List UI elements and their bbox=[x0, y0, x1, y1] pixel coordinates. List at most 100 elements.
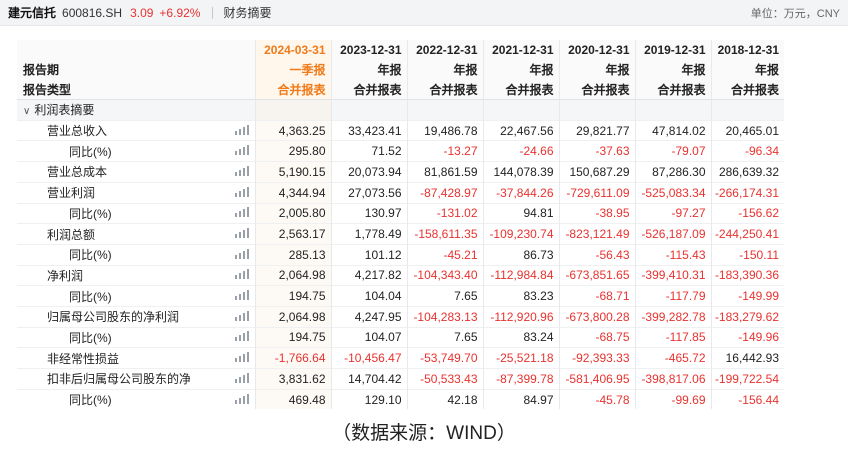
value-cell: -68.75 bbox=[558, 326, 635, 348]
bar-chart-icon[interactable] bbox=[190, 140, 255, 162]
value-cell: 87,286.30 bbox=[634, 161, 711, 183]
value-cell: -37.63 bbox=[558, 140, 635, 162]
value-cell: -156.62 bbox=[710, 202, 784, 224]
value-cell: -37,844.26 bbox=[482, 181, 559, 203]
bar-chart-icon-glyph bbox=[234, 310, 249, 321]
table-row: 归属母公司股东的净利润 2,064.98 4,247.95 -104,283.13 -1… bbox=[17, 305, 784, 328]
value-cell: -581,406.95 bbox=[558, 368, 635, 390]
bar-chart-icon-glyph bbox=[234, 269, 249, 280]
row-label: 同比(%) bbox=[17, 388, 190, 410]
value-cell: -109,230.74 bbox=[482, 223, 559, 245]
section-cell bbox=[406, 99, 483, 121]
header-cell[interactable]: 2021-12-31 bbox=[482, 40, 559, 60]
table-row: 营业总收入 4,363.25 33,423.41 19,486.78 22,467.56… bbox=[17, 119, 784, 141]
value-cell: -68.71 bbox=[558, 285, 635, 307]
value-cell: -13.27 bbox=[406, 140, 483, 162]
header-cell[interactable]: 2023-12-31 bbox=[330, 40, 407, 60]
table-row: 同比(%) 469.48 129.10 42.18 84.97 -45.78 -99.69-… bbox=[17, 388, 784, 410]
bar-chart-icon[interactable] bbox=[190, 243, 255, 266]
section-cell bbox=[558, 99, 635, 121]
header-cell: 年报 bbox=[330, 59, 407, 80]
bar-chart-icon-glyph bbox=[234, 248, 249, 259]
bar-chart-icon[interactable] bbox=[190, 368, 255, 390]
row-label: 扣非后归属母公司股东的净利润 bbox=[17, 368, 190, 390]
value-cell: -56.43 bbox=[558, 243, 635, 266]
value-cell: -729,611.09 bbox=[558, 181, 635, 203]
value-cell: -673,800.28 bbox=[558, 305, 635, 328]
section-label[interactable]: ∨ 利润表摘要 bbox=[17, 99, 255, 121]
header-row: 2024-03-31 2023-12-31 2022-12-31 2021-12-31… bbox=[17, 40, 784, 60]
bar-chart-icon[interactable] bbox=[190, 181, 255, 203]
stock-name[interactable]: 建元信托 bbox=[8, 4, 56, 21]
value-cell: -150.11 bbox=[710, 243, 784, 266]
table-row: 营业总成本 5,190.15 20,073.94 81,861.59 144,078.3… bbox=[17, 161, 784, 183]
header-cell[interactable]: 2024-03-31 bbox=[254, 40, 331, 60]
value-cell: 144,078.39 bbox=[482, 161, 559, 183]
value-cell: -25,521.18 bbox=[482, 347, 559, 369]
header-cell[interactable]: 2022-12-31 bbox=[406, 40, 483, 60]
header-cell: 合并报表 bbox=[254, 79, 331, 100]
value-cell: 27,073.56 bbox=[330, 181, 407, 203]
bar-chart-icon[interactable] bbox=[190, 264, 255, 286]
value-cell: 16,442.93 bbox=[710, 347, 784, 369]
bar-chart-icon-glyph bbox=[234, 186, 249, 197]
value-cell: 295.80 bbox=[254, 140, 331, 162]
value-cell: -79.07 bbox=[634, 140, 711, 162]
value-cell: -92,393.33 bbox=[558, 347, 635, 369]
header-cell: 合并报表 bbox=[406, 79, 483, 100]
bar-chart-icon[interactable] bbox=[190, 202, 255, 224]
table-row: 同比(%) 194.75 104.07 7.65 83.24 -68.75 -117.85-… bbox=[17, 326, 784, 348]
value-cell: 19,486.78 bbox=[406, 119, 483, 141]
value-cell: -87,399.78 bbox=[482, 368, 559, 390]
value-cell: 194.75 bbox=[254, 285, 331, 307]
table-row: 同比(%) 285.13 101.12 -45.21 86.73 -56.43 -115.4… bbox=[17, 243, 784, 266]
header-cell: 年报 bbox=[558, 59, 635, 80]
row-label: 净利润 bbox=[17, 264, 190, 286]
bar-chart-icon[interactable] bbox=[190, 347, 255, 369]
value-cell: 3,831.62 bbox=[254, 368, 331, 390]
value-cell: -1,766.64 bbox=[254, 347, 331, 369]
header-label bbox=[17, 40, 255, 60]
value-cell: 4,344.94 bbox=[254, 181, 331, 203]
value-cell: -823,121.49 bbox=[558, 223, 635, 245]
bar-chart-icon[interactable] bbox=[190, 326, 255, 348]
bar-chart-icon[interactable] bbox=[190, 223, 255, 245]
value-cell: -149.99 bbox=[710, 285, 784, 307]
value-cell: 2,005.80 bbox=[254, 202, 331, 224]
section-tab-financial-summary[interactable]: 财务摘要 bbox=[223, 4, 271, 21]
value-cell: 20,073.94 bbox=[330, 161, 407, 183]
header-cell: 年报 bbox=[710, 59, 784, 80]
bar-chart-icon-glyph bbox=[234, 165, 249, 176]
value-cell: -131.02 bbox=[406, 202, 483, 224]
table-row: 净利润 2,064.98 4,217.82 -104,343.40 -112,984.8… bbox=[17, 264, 784, 286]
bar-chart-icon[interactable] bbox=[190, 119, 255, 141]
divider bbox=[212, 6, 214, 19]
value-cell: 83.23 bbox=[482, 285, 559, 307]
bar-chart-icon[interactable] bbox=[190, 161, 255, 183]
header-label: 报告期 bbox=[17, 59, 255, 80]
value-cell: -149.96 bbox=[710, 326, 784, 348]
bar-chart-icon[interactable] bbox=[190, 285, 255, 307]
value-cell: 83.24 bbox=[482, 326, 559, 348]
bar-chart-icon-glyph bbox=[234, 228, 249, 239]
chevron-down-icon[interactable]: ∨ bbox=[23, 106, 30, 117]
value-cell: 2,064.98 bbox=[254, 305, 331, 328]
row-label: 同比(%) bbox=[17, 243, 190, 266]
header-cell[interactable]: 2020-12-31 bbox=[558, 40, 635, 60]
value-cell: -526,187.09 bbox=[634, 223, 711, 245]
value-cell: -398,817.06 bbox=[634, 368, 711, 390]
value-cell: 20,465.01 bbox=[710, 119, 784, 141]
header-cell[interactable]: 2019-12-31 bbox=[634, 40, 711, 60]
value-cell: -99.69 bbox=[634, 388, 711, 410]
bar-chart-icon[interactable] bbox=[190, 305, 255, 328]
value-cell: -399,282.78 bbox=[634, 305, 711, 328]
financial-summary-table: 2024-03-31 2023-12-31 2022-12-31 2021-12-31… bbox=[17, 40, 784, 410]
section-row[interactable]: ∨ 利润表摘要 bbox=[17, 99, 784, 121]
row-label: 利润总额 bbox=[17, 223, 190, 245]
stock-code: 600816.SH bbox=[62, 5, 123, 20]
header-cell[interactable]: 2018-12-31 bbox=[710, 40, 784, 60]
table-row: 非经常性损益 -1,766.64 -10,456.47 -53,749.70 -25,5… bbox=[17, 347, 784, 369]
bar-chart-icon-glyph bbox=[234, 124, 249, 135]
value-cell: -24.66 bbox=[482, 140, 559, 162]
bar-chart-icon[interactable] bbox=[190, 388, 255, 410]
